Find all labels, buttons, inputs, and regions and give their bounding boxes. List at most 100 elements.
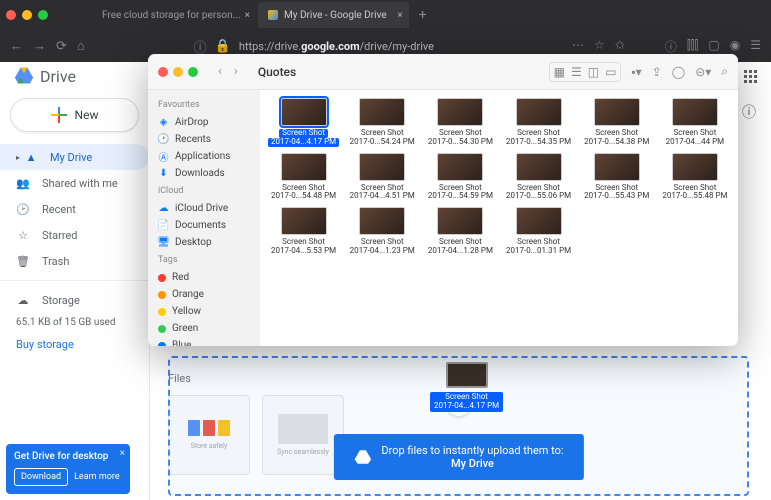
window-close-dot[interactable] [6,10,16,20]
folder-icon: 📄 [158,220,169,231]
forward-icon[interactable]: › [234,64,238,79]
file-item[interactable]: Screen Shot2017-0...55.48 PM [658,151,732,204]
back-icon[interactable]: ‹ [218,64,222,79]
nav-shared[interactable]: 👥 Shared with me [0,170,149,196]
info-icon[interactable]: ⓘ [665,38,677,55]
file-item[interactable]: Screen Shot2017-0...54.38 PM [580,96,654,149]
info-button[interactable]: ⓘ [735,98,763,126]
new-tab-button[interactable]: + [419,7,427,23]
learn-more-link[interactable]: Learn more [74,472,120,482]
file-item[interactable]: Screen Shot2017-04...4.17 PM [266,96,341,149]
gallery-view-icon[interactable]: ▭ [605,65,616,79]
tab-bar: Free cloud storage for person... × My Dr… [0,0,771,30]
item-label: iCloud Drive [175,203,228,214]
file-date: 2017-0...54.35 PM [506,138,571,147]
group-icon[interactable]: ▪▾ [631,65,641,79]
menu-icon[interactable]: ☰ [750,38,761,55]
file-grid: Screen Shot2017-04...4.17 PMScreen Shot2… [266,96,732,258]
sidebar-item[interactable]: ⒶApplications [148,148,260,165]
close-dot[interactable] [158,67,168,77]
apps-grid-icon[interactable] [744,70,757,83]
finder-titlebar[interactable]: ‹ › Quotes ▦ ☰ ◫ ▭ ▪▾ ⇪ ◯ ⊝▾ ⌕ [148,54,738,90]
bookmark-icon[interactable]: ✩ [615,38,625,55]
file-item[interactable]: Screen Shot2017-0...54.30 PM [423,96,497,149]
nav-label: My Drive [50,151,92,164]
file-item[interactable]: Screen Shot2017-04...1.28 PM [423,205,497,258]
drag-label: Screen Shot 2017-04...4.17 PM [430,392,503,412]
browser-tab-active[interactable]: My Drive - Google Drive × [258,2,409,28]
browser-tab-inactive[interactable]: Free cloud storage for person... × [86,2,256,28]
drop-zone[interactable]: Screen Shot 2017-04...4.17 PM ↑ Drop fil… [168,356,749,496]
column-view-icon[interactable]: ◫ [588,65,599,79]
tag-label: Orange [172,289,204,300]
action-icon[interactable]: ⊝▾ [695,65,711,79]
finder-toolbar: ▦ ☰ ◫ ▭ ▪▾ ⇪ ◯ ⊝▾ ⌕ [549,62,728,82]
sidebar-item[interactable]: ◈AirDrop [148,114,260,131]
buy-storage-link[interactable]: Buy storage [0,338,149,351]
more-icon[interactable]: ⋯ [572,38,584,55]
file-item[interactable]: Screen Shot2017-04...4.51 PM [345,151,419,204]
sidebar-tag[interactable]: Blue [148,337,260,346]
sidebar-item[interactable]: 📄Documents [148,217,260,234]
plus-icon [51,107,67,123]
sidebar-item[interactable]: ☁iCloud Drive [148,200,260,217]
library-icon[interactable]: ⫿⫿⫿ [687,38,699,55]
new-button[interactable]: New [10,98,139,132]
sidebar-tag[interactable]: Orange [148,286,260,303]
file-thumbnail [594,98,640,126]
sidebar-tag[interactable]: Green [148,320,260,337]
tag-icon[interactable]: ◯ [672,65,685,79]
sidebar-icon[interactable]: ▢ [708,38,719,55]
tab-close-icon[interactable]: × [245,10,250,21]
download-button[interactable]: Download [14,468,68,486]
finder-files-area[interactable]: Screen Shot2017-04...4.17 PMScreen Shot2… [260,90,738,346]
list-view-icon[interactable]: ☰ [571,65,582,79]
min-dot[interactable] [173,67,183,77]
sidebar-item[interactable]: 🖥Desktop [148,234,260,251]
back-icon[interactable]: ← [10,38,23,54]
nav-starred[interactable]: ☆ Starred [0,222,149,248]
icon-view-icon[interactable]: ▦ [554,65,565,79]
nav-storage[interactable]: ☁ Storage [0,287,149,313]
sidebar-tag[interactable]: Yellow [148,303,260,320]
url-field[interactable]: ⓘ 🔒 https://drive.google.com/drive/my-dr… [124,37,504,56]
file-item[interactable]: Screen Shot2017-04...44 PM [658,96,732,149]
file-item[interactable]: Screen Shot2017-0...55.43 PM [580,151,654,204]
drag-thumbnail [446,362,488,388]
chevron-right-icon[interactable]: ▸ [16,153,20,162]
window-max-dot[interactable] [38,10,48,20]
folder-icon: 🖥 [158,237,169,248]
nav-label: Shared with me [42,177,118,190]
nav-recent[interactable]: 🕑 Recent [0,196,149,222]
file-item[interactable]: Screen Shot2017-04...1.23 PM [345,205,419,258]
sidebar-item[interactable]: ⬇Downloads [148,165,260,182]
file-item[interactable]: Screen Shot2017-0...54.59 PM [423,151,497,204]
sidebar-tag[interactable]: Red [148,269,260,286]
drive-small-icon [353,448,371,466]
star-icon: ☆ [16,228,30,242]
file-item[interactable]: Screen Shot2017-0...54.48 PM [266,151,341,204]
file-item[interactable]: Screen Shot2017-0...54.35 PM [501,96,575,149]
nav-my-drive[interactable]: ▸ ▲ My Drive [0,144,149,170]
file-item[interactable]: Screen Shot2017-0...01.31 PM [501,205,575,258]
file-item[interactable]: Screen Shot2017-0...55.06 PM [501,151,575,204]
file-item[interactable]: Screen Shot2017-04...5.53 PM [266,205,341,258]
file-item[interactable]: Screen Shot2017-0...54.24 PM [345,96,419,149]
nav-trash[interactable]: 🗑 Trash [0,248,149,274]
reload-icon[interactable]: ⟳ [56,39,67,54]
share-icon[interactable]: ⇪ [652,65,662,79]
home-icon[interactable]: ⌂ [77,38,85,54]
window-min-dot[interactable] [22,10,32,20]
max-dot[interactable] [188,67,198,77]
nav-label: Trash [42,255,69,268]
close-icon[interactable]: × [120,448,125,459]
sidebar-item[interactable]: 🕑Recents [148,131,260,148]
account-icon[interactable]: ◉ [730,38,740,55]
search-icon[interactable]: ⌕ [721,64,728,79]
reader-icon[interactable]: ☆ [594,38,605,55]
tab-close-icon[interactable]: × [397,10,402,21]
forward-icon[interactable]: → [33,38,46,54]
drive-logo[interactable]: Drive [14,66,76,86]
nav-label: Recent [42,203,76,216]
folder-icon: ◈ [158,117,169,128]
